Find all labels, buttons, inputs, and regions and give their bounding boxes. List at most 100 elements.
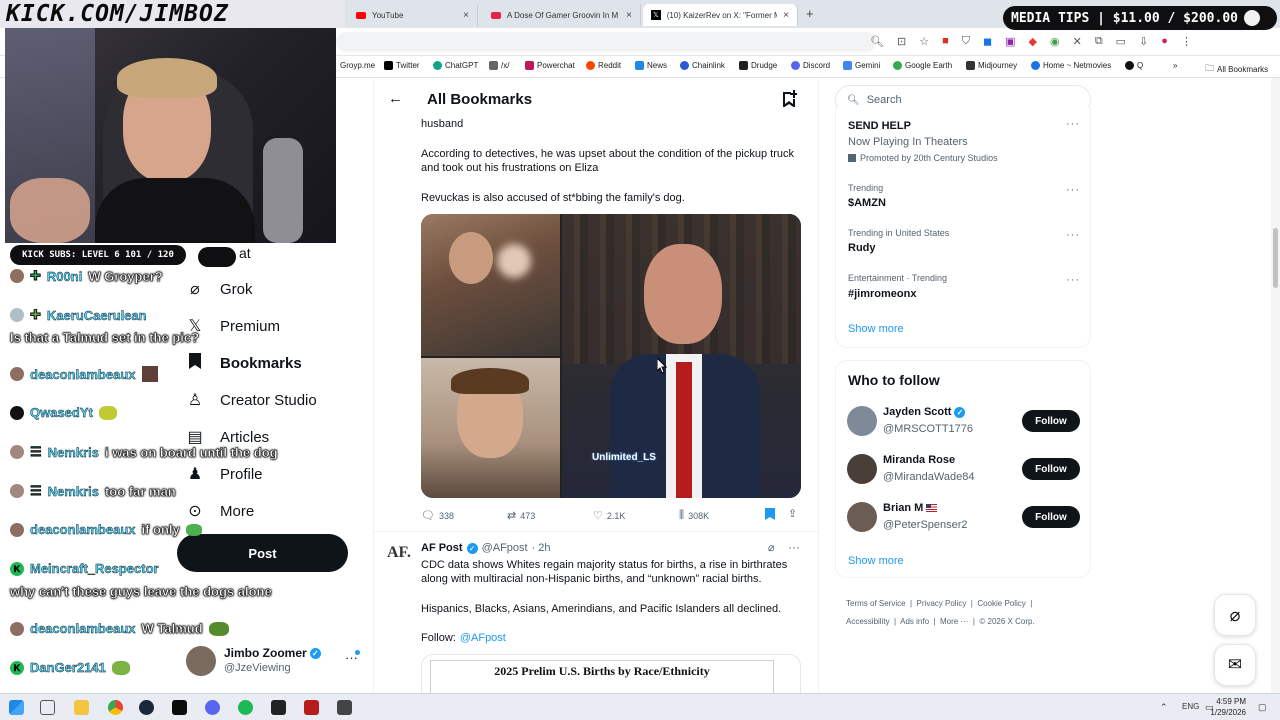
trend-title[interactable]: #jimromeonx xyxy=(848,288,916,300)
sidepanel-icon[interactable]: ▭ xyxy=(1116,35,1126,48)
notification-icon[interactable]: ▢ xyxy=(1258,702,1267,713)
trend-more-icon[interactable]: ··· xyxy=(1066,184,1080,196)
suggestion-name[interactable]: Miranda Rose xyxy=(883,454,955,466)
share-button[interactable]: ⇪ xyxy=(788,507,797,520)
bookmark-powerchat[interactable]: Powerchat xyxy=(525,61,575,70)
nav-bookmarks[interactable]: Bookmarks xyxy=(186,353,302,374)
footer-link[interactable]: Terms of Service xyxy=(846,599,906,608)
tab-x-kaizerrev[interactable]: 𝕏 (10) KaizerRev on X: "Former M × xyxy=(643,4,798,26)
grok-explain-icon[interactable]: ⌀ xyxy=(768,541,775,554)
x-extension-icon[interactable]: ✕ xyxy=(1073,35,1082,48)
chrome-icon[interactable] xyxy=(108,700,123,715)
suggestion-name[interactable]: Brian M xyxy=(883,502,923,514)
bookmark-midjourney[interactable]: Midjourney xyxy=(966,61,1017,70)
steam-icon[interactable] xyxy=(139,700,154,715)
all-bookmarks-folder[interactable]: 🗀︎ All Bookmarks xyxy=(1205,61,1268,77)
bookmark-drudge[interactable]: Drudge xyxy=(739,61,777,70)
extension-icon[interactable]: ▣ xyxy=(1005,35,1015,48)
extension-icon[interactable]: ◉ xyxy=(1050,35,1060,48)
trend-title[interactable]: Rudy xyxy=(848,242,876,254)
start-icon[interactable] xyxy=(9,700,24,715)
tweet-media-collage[interactable]: Unlimited_LS xyxy=(421,214,801,498)
account-switcher[interactable]: Jimbo Zoomer ✓ @JzeViewing ··· xyxy=(184,645,364,681)
puzzle-icon[interactable]: ⧉ xyxy=(1095,35,1103,48)
like-button[interactable]: ♡ 2.1K xyxy=(593,509,625,522)
file-explorer-icon[interactable] xyxy=(74,700,89,715)
zoom-icon[interactable]: 🔍︎ xyxy=(870,35,884,48)
nav-grok[interactable]: ⌀ Grok xyxy=(186,279,252,299)
avatar[interactable] xyxy=(847,502,877,532)
kick-app-icon[interactable] xyxy=(172,700,187,715)
follow-button[interactable]: Follow xyxy=(1022,410,1080,432)
install-icon[interactable]: ⊡ xyxy=(897,35,906,48)
extension-icon[interactable]: ■ xyxy=(942,35,949,48)
page-scrollbar[interactable] xyxy=(1271,78,1280,693)
bookmark-chainlink[interactable]: Chainlink xyxy=(680,61,725,70)
app-icon[interactable] xyxy=(304,700,319,715)
download-icon[interactable]: ⇩ xyxy=(1139,35,1148,48)
show-more-link[interactable]: Show more xyxy=(848,555,904,567)
scrollbar-thumb[interactable] xyxy=(1273,228,1278,288)
trend-more-icon[interactable]: ··· xyxy=(1066,274,1080,286)
spotify-icon[interactable] xyxy=(238,700,253,715)
footer-link[interactable]: More ··· xyxy=(940,617,968,626)
views-button[interactable]: ⫼ 308K xyxy=(679,509,709,522)
tray-overflow-icon[interactable]: ⌃ xyxy=(1160,702,1168,713)
footer-link[interactable]: Accessibility xyxy=(846,617,890,626)
back-arrow-icon[interactable]: ← xyxy=(388,90,403,107)
app-icon[interactable] xyxy=(271,700,286,715)
nav-more[interactable]: ⊙ More xyxy=(186,501,254,521)
bookmark-google-earth[interactable]: Google Earth xyxy=(893,61,952,70)
show-more-link[interactable]: Show more xyxy=(848,323,904,335)
suggestion-name[interactable]: Jayden Scott xyxy=(883,406,951,418)
mention-link[interactable]: @AFpost xyxy=(460,631,506,645)
bookmark-groyp[interactable]: Groyp.me xyxy=(340,61,375,70)
tab-dose-of-gamer[interactable]: A Dose Of Gamer Groovin In M × xyxy=(483,4,641,26)
discord-icon[interactable] xyxy=(205,700,220,715)
promo-title[interactable]: SEND HELP xyxy=(848,120,911,132)
repost-button[interactable]: ⇄ 473 xyxy=(507,509,535,522)
grok-floating-button[interactable]: ⌀ xyxy=(1214,594,1256,636)
bookmark-news[interactable]: News xyxy=(635,61,667,70)
tweet-more-icon[interactable]: ··· xyxy=(788,540,800,554)
bookmark-twitter[interactable]: Twitter xyxy=(384,61,420,70)
tweet-media-table[interactable]: 2025 Prelim U.S. Births by Race/Ethnicit… xyxy=(421,654,801,693)
address-bar[interactable] xyxy=(336,32,876,52)
bookmark-gemini[interactable]: Gemini xyxy=(843,61,880,70)
extension-icon[interactable]: ◼ xyxy=(983,35,992,48)
messages-floating-button[interactable]: ✉ xyxy=(1214,644,1256,686)
footer-link[interactable]: Cookie Policy xyxy=(977,599,1025,608)
nav-premium[interactable]: 𝕏 Premium xyxy=(186,316,280,336)
follow-button[interactable]: Follow xyxy=(1022,506,1080,528)
afpost-avatar[interactable]: AF. xyxy=(387,544,411,562)
new-tab-button[interactable]: + xyxy=(806,6,814,21)
bookmark-chatgpt[interactable]: ChatGPT xyxy=(433,61,478,70)
trend-title[interactable]: $AMZN xyxy=(848,197,886,209)
trend-more-icon[interactable]: ··· xyxy=(1066,118,1080,130)
close-tab-icon[interactable]: × xyxy=(463,10,469,21)
post-button[interactable]: Post xyxy=(177,534,348,572)
avatar[interactable] xyxy=(847,454,877,484)
author-handle[interactable]: @AFpost xyxy=(482,542,528,554)
follow-button[interactable]: Follow xyxy=(1022,458,1080,480)
footer-link[interactable]: Ads info xyxy=(900,617,929,626)
menu-icon[interactable]: ⋮ xyxy=(1181,35,1192,48)
bookmark-reddit[interactable]: Reddit xyxy=(586,61,621,70)
nav-creator-studio[interactable]: ♙ Creator Studio xyxy=(186,390,317,410)
bookmark-discord[interactable]: Discord xyxy=(791,61,830,70)
bookmark-q[interactable]: Q xyxy=(1125,61,1143,70)
bookmark-add-icon[interactable] xyxy=(781,90,798,112)
bookmark-x-board[interactable]: /x/ xyxy=(489,61,509,70)
reply-button[interactable]: 🗨︎ 338 xyxy=(421,509,454,522)
obs-icon[interactable] xyxy=(337,700,352,715)
footer-link[interactable]: Privacy Policy xyxy=(917,599,967,608)
trend-more-icon[interactable]: ··· xyxy=(1066,229,1080,241)
task-view-icon[interactable] xyxy=(40,700,55,715)
language-indicator[interactable]: ENG xyxy=(1182,702,1199,711)
star-icon[interactable]: ☆ xyxy=(919,35,929,48)
nav-profile[interactable]: ♟ Profile xyxy=(186,464,263,484)
bookmarks-overflow-icon[interactable]: » xyxy=(1173,61,1177,70)
bookmark-button[interactable] xyxy=(765,508,775,520)
extension-icon[interactable]: ◆ xyxy=(1029,35,1037,48)
bookmark-netmovies[interactable]: Home ~ Netmovies xyxy=(1031,61,1111,70)
